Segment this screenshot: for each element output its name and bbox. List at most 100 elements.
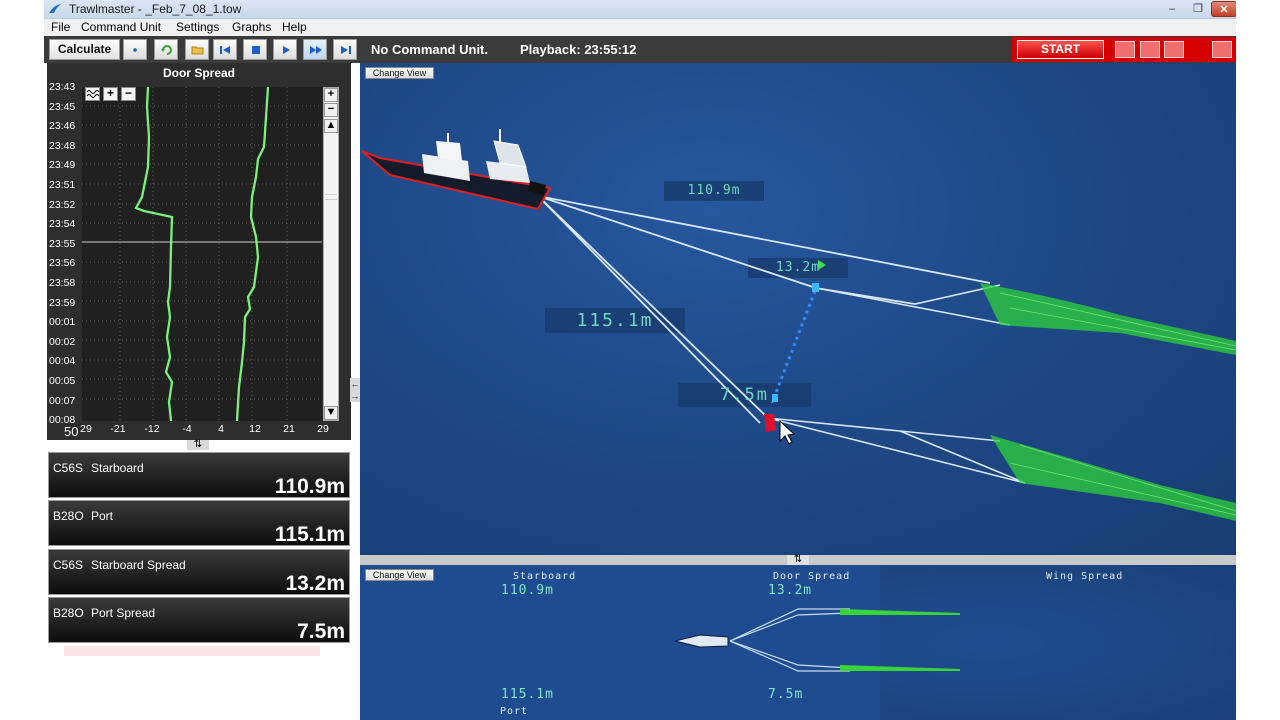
top-ship <box>674 634 729 648</box>
maximize-button[interactable]: ❐ <box>1186 1 1210 17</box>
time-label: 23:54 <box>49 218 76 231</box>
x-axis-label: -21 <box>110 423 126 435</box>
time-label: 23:49 <box>49 159 76 172</box>
readout-port[interactable]: B28O Port 115.1m <box>48 500 350 546</box>
menu-bar: File Command Unit Settings Graphs Help <box>44 19 1238 36</box>
port-door <box>764 414 776 432</box>
sensor-value: 115.1m <box>274 523 345 546</box>
sensor-value: 110.9m <box>274 475 345 498</box>
playback-status: Playback: 23:55:12 <box>520 42 637 57</box>
dot-icon <box>133 48 137 52</box>
menu-command-unit[interactable]: Command Unit <box>81 20 161 34</box>
graph-zoom-in-button[interactable]: + <box>103 87 118 101</box>
time-label: 23:56 <box>49 257 76 270</box>
trawl-top-view[interactable]: Change View Starboard Door Spread Wing S… <box>360 565 1236 720</box>
scale-plus-button[interactable]: + <box>324 88 338 102</box>
port-spread-label: 7.5m <box>720 385 769 405</box>
starboard-net <box>980 283 1236 355</box>
starboard-spread-label: 13.2m <box>775 260 821 275</box>
starboard-label: Starboard <box>513 571 577 582</box>
app-logo-icon <box>49 4 61 13</box>
refresh-button[interactable] <box>154 39 178 60</box>
sensor-code: B28O <box>53 606 84 620</box>
skip-forward-icon <box>341 46 351 54</box>
sensor-name: Starboard Spread <box>91 558 186 572</box>
scale-minus-button[interactable]: − <box>324 103 338 117</box>
toolbar: Calculate No Command Unit. Playback: 23:… <box>44 36 1238 63</box>
stop-button[interactable] <box>243 39 267 60</box>
trawler-ship <box>361 129 552 211</box>
calculate-button[interactable]: Calculate <box>49 39 120 60</box>
top-port-net <box>840 665 960 671</box>
change-view-button-top[interactable]: Change View <box>365 569 434 581</box>
port-warp-label: 115.1m <box>576 310 654 331</box>
time-label: 23:52 <box>49 198 76 211</box>
view-splitter[interactable]: ⇅ <box>360 555 1236 565</box>
tool-button-4[interactable] <box>1212 41 1232 58</box>
tool-button-2[interactable] <box>1140 41 1160 58</box>
time-label: 00:02 <box>49 335 76 348</box>
graph-mode-button[interactable] <box>85 87 100 101</box>
play-button[interactable] <box>273 39 297 60</box>
fast-forward-button[interactable] <box>303 39 327 60</box>
change-view-button-3d[interactable]: Change View <box>365 67 434 79</box>
scroll-thumb[interactable] <box>325 194 337 200</box>
door-spread-bottom-value: 7.5m <box>768 687 804 702</box>
skip-back-icon <box>220 46 230 54</box>
door-spread-top-value: 13.2m <box>768 583 813 598</box>
wing-spread-label: Wing Spread <box>1046 571 1124 582</box>
start-button[interactable]: START <box>1017 40 1104 59</box>
time-label: 23:48 <box>49 139 76 152</box>
scroll-up-button[interactable]: ▲ <box>324 119 338 133</box>
door-spread-plot <box>82 87 322 421</box>
right-door-trace <box>235 87 270 421</box>
window-title: Trawlmaster - _Feb_7_08_1.tow <box>69 2 242 16</box>
command-unit-status: No Command Unit. <box>371 42 488 57</box>
time-label: 23:45 <box>49 100 76 113</box>
time-label: 23:46 <box>49 120 76 133</box>
graph-zoom-out-button[interactable]: − <box>121 87 136 101</box>
menu-settings[interactable]: Settings <box>176 20 219 34</box>
sensor-code: C56S <box>53 461 84 475</box>
minimize-button[interactable]: – <box>1160 1 1184 17</box>
vertical-divider: ← → <box>350 63 360 720</box>
graph-plot-area <box>82 87 322 421</box>
menu-graphs[interactable]: Graphs <box>232 20 271 34</box>
sensor-name: Port <box>91 509 114 523</box>
skip-to-end-button[interactable] <box>333 39 357 60</box>
collapse-panel-handle[interactable]: ← → <box>350 378 360 402</box>
readout-list: C56S Starboard 110.9m B28O Port 115.1m C… <box>47 450 351 648</box>
fast-forward-icon <box>310 46 322 54</box>
trawlmaster-window: Trawlmaster - _Feb_7_08_1.tow – ❐ ✕ File… <box>0 0 1280 720</box>
readout-starboard[interactable]: C56S Starboard 110.9m <box>48 452 350 498</box>
readout-port-spread[interactable]: B28O Port Spread 7.5m <box>48 597 350 643</box>
x-axis-label: -12 <box>144 423 160 435</box>
refresh-icon <box>161 45 172 55</box>
time-label: 23:58 <box>49 277 76 289</box>
menu-help[interactable]: Help <box>282 20 307 34</box>
panel-resize-handle[interactable]: ⇅ <box>187 440 209 450</box>
skip-to-start-button[interactable] <box>213 39 237 60</box>
sensor-name: Starboard <box>91 461 144 475</box>
tool-button-1[interactable] <box>1115 41 1135 58</box>
starboard-warp-label: 110.9m <box>687 183 741 198</box>
graph-scrollbar[interactable]: + − ▲ ▼ <box>323 87 339 421</box>
start-area: START <box>1012 37 1238 62</box>
sensor-code: B28O <box>53 509 84 523</box>
readout-starboard-spread[interactable]: C56S Starboard Spread 13.2m <box>48 549 350 595</box>
stop-icon <box>252 46 260 54</box>
tool-button-3[interactable] <box>1164 41 1184 58</box>
window-margin <box>1236 0 1280 720</box>
sensor-name: Port Spread <box>91 606 156 620</box>
door-spread-graph-panel: Door Spread 23:43 23:45 23:46 23:48 23:49 23:… <box>47 63 351 440</box>
record-dot-button[interactable] <box>123 39 147 60</box>
open-file-button[interactable] <box>185 39 209 60</box>
menu-file[interactable]: File <box>51 20 70 34</box>
sensor-value: 7.5m <box>297 620 345 643</box>
close-window-button[interactable]: ✕ <box>1211 1 1237 17</box>
view-resize-handle[interactable]: ⇅ <box>787 555 809 565</box>
time-label: 00:01 <box>49 316 76 329</box>
scroll-down-button[interactable]: ▼ <box>324 406 338 420</box>
trawl-3d-view[interactable]: Change View 110.9m 13.2m 115.1m 7.5m <box>360 63 1236 555</box>
x-axis-label: 21 <box>283 423 295 435</box>
